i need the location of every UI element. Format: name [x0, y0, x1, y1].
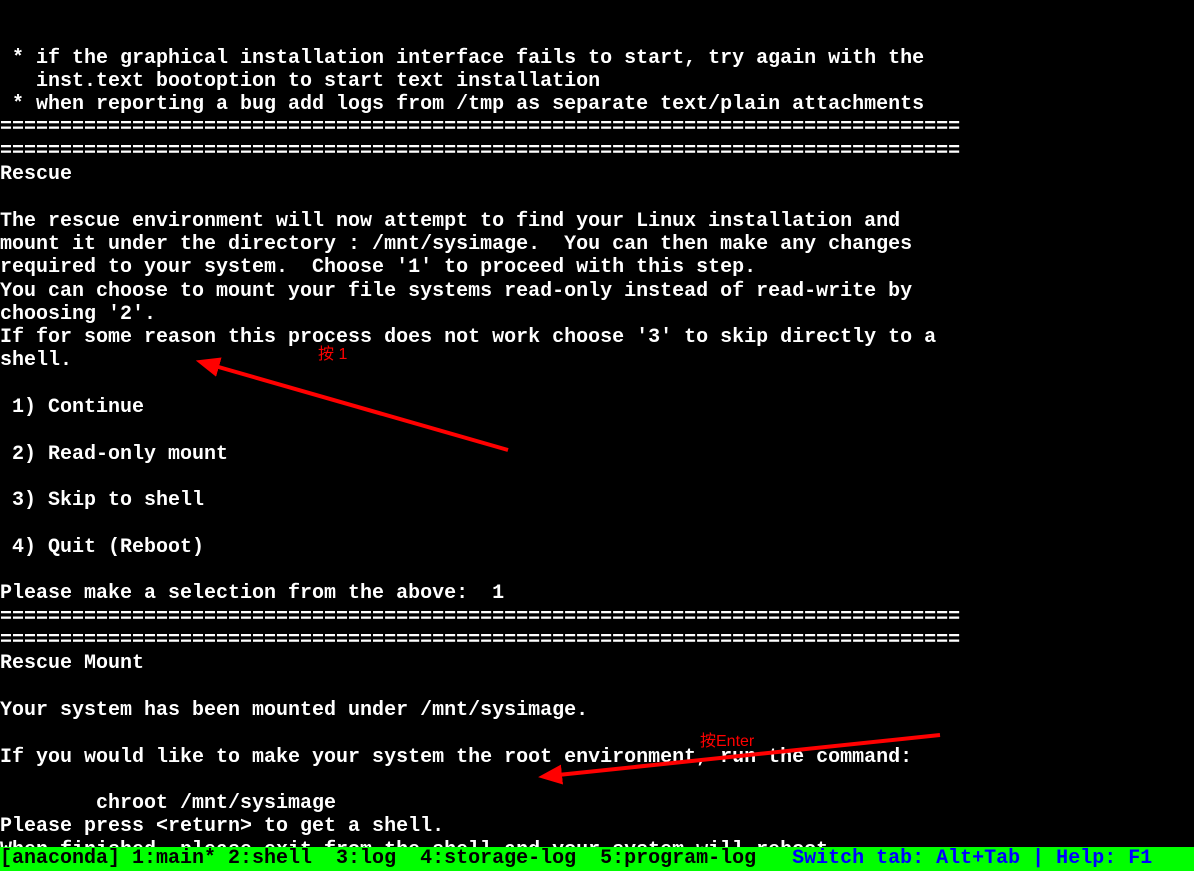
terminal-screen[interactable]: * if the graphical installation interfac… — [0, 0, 1194, 871]
status-bar-right: Switch tab: Alt+Tab | Help: F1 — [780, 847, 1164, 870]
annotation-press-1: 按 1 — [318, 343, 347, 366]
status-bar: [anaconda] 1:main* 2:shell 3:log 4:stora… — [0, 847, 1194, 871]
terminal-output: * if the graphical installation interfac… — [0, 47, 1194, 871]
annotation-press-enter: 按Enter — [700, 730, 754, 753]
status-bar-left: [anaconda] 1:main* 2:shell 3:log 4:stora… — [0, 847, 780, 870]
